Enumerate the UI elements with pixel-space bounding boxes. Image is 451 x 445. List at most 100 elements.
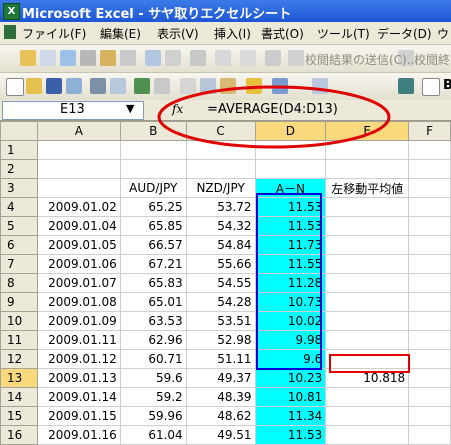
cell-d12[interactable]: 9.6	[254, 349, 327, 369]
open-icon[interactable]	[26, 78, 42, 94]
menu-format[interactable]: 書式(O)	[261, 25, 304, 42]
comment-icon[interactable]	[120, 50, 136, 66]
menu-insert[interactable]: 挿入(I)	[214, 25, 251, 42]
cell-a6[interactable]: 2009.01.05	[36, 235, 121, 255]
cell-d8[interactable]: 11.28	[254, 273, 327, 293]
cell-b7[interactable]: 67.21	[119, 254, 187, 274]
mail-icon[interactable]	[20, 50, 36, 66]
cell-e9[interactable]	[325, 292, 410, 312]
cell-f8[interactable]	[408, 273, 451, 293]
cell-b14[interactable]: 59.2	[119, 387, 187, 407]
cell-c2[interactable]	[185, 159, 256, 179]
cell-e14[interactable]	[325, 387, 410, 407]
row-header[interactable]: 13	[0, 368, 38, 388]
cell-a3[interactable]	[36, 178, 121, 198]
column-header-f[interactable]: F	[408, 121, 451, 141]
cell-d15[interactable]: 11.34	[254, 406, 327, 426]
cell-b8[interactable]: 65.83	[119, 273, 187, 293]
row-header[interactable]: 5	[0, 216, 38, 236]
cell-c16[interactable]: 49.51	[185, 425, 256, 445]
cell-c11[interactable]: 52.98	[185, 330, 256, 350]
row-header[interactable]: 15	[0, 406, 38, 426]
cell-d10[interactable]: 10.02	[254, 311, 327, 331]
cell-a14[interactable]: 2009.01.14	[36, 387, 121, 407]
cell-f4[interactable]	[408, 197, 451, 217]
cell-d7[interactable]: 11.55	[254, 254, 327, 274]
delete-comment-icon[interactable]	[265, 50, 281, 66]
ink-icon[interactable]	[215, 50, 231, 66]
row-header[interactable]: 4	[0, 197, 38, 217]
cell-d5[interactable]: 11.53	[254, 216, 327, 236]
cell-c3[interactable]: NZD/JPY	[185, 178, 256, 198]
autosum-icon[interactable]	[422, 78, 440, 96]
cell-a11[interactable]: 2009.01.11	[36, 330, 121, 350]
cell-e3[interactable]: 左移動平均値	[325, 178, 410, 198]
new-icon[interactable]	[6, 78, 24, 96]
print-preview-icon[interactable]	[110, 78, 126, 94]
row-header[interactable]: 9	[0, 292, 38, 312]
cell-e15[interactable]	[325, 406, 410, 426]
cell-c13[interactable]: 49.37	[185, 368, 256, 388]
cell-c14[interactable]: 48.39	[185, 387, 256, 407]
row-header[interactable]: 11	[0, 330, 38, 350]
cell-a15[interactable]: 2009.01.15	[36, 406, 121, 426]
row-header[interactable]: 16	[0, 425, 38, 445]
bold-button[interactable]: B	[443, 78, 451, 93]
cell-a2[interactable]	[36, 159, 121, 179]
cell-a16[interactable]: 2009.01.16	[36, 425, 121, 445]
menu-window[interactable]: ウ	[437, 25, 449, 42]
track-icon[interactable]	[165, 50, 181, 66]
cell-e16[interactable]	[325, 425, 410, 445]
cell-c10[interactable]: 53.51	[185, 311, 256, 331]
show-comment-icon[interactable]	[145, 50, 161, 66]
reviewing-pane-icon[interactable]	[240, 50, 256, 66]
cell-e12[interactable]	[325, 349, 410, 369]
cell-e5[interactable]	[325, 216, 410, 236]
menu-data[interactable]: データ(D)	[377, 25, 432, 42]
cell-b5[interactable]: 65.85	[119, 216, 187, 236]
cell-a8[interactable]: 2009.01.07	[36, 273, 121, 293]
row-header[interactable]: 1	[0, 140, 38, 160]
hyperlink-icon[interactable]	[398, 78, 414, 94]
cell-c4[interactable]: 53.72	[185, 197, 256, 217]
cell-a7[interactable]: 2009.01.06	[36, 254, 121, 274]
cell-a5[interactable]: 2009.01.04	[36, 216, 121, 236]
cell-b10[interactable]: 63.53	[119, 311, 187, 331]
cell-b9[interactable]: 65.01	[119, 292, 187, 312]
cell-f12[interactable]	[408, 349, 451, 369]
send-review-icon[interactable]	[288, 50, 304, 66]
cell-a4[interactable]: 2009.01.02	[36, 197, 121, 217]
cell-d11[interactable]: 9.98	[254, 330, 327, 350]
print-icon[interactable]	[90, 78, 106, 94]
cell-a13[interactable]: 2009.01.13	[36, 368, 121, 388]
cell-a9[interactable]: 2009.01.08	[36, 292, 121, 312]
end-review-label[interactable]: 校閲終了	[414, 51, 451, 68]
cell-e10[interactable]	[325, 311, 410, 331]
cell-f9[interactable]	[408, 292, 451, 312]
name-box-dropdown-icon[interactable]: ▼	[126, 102, 134, 115]
cell-f2[interactable]	[408, 159, 451, 179]
cell-f15[interactable]	[408, 406, 451, 426]
row-header[interactable]: 10	[0, 311, 38, 331]
cell-d2[interactable]	[254, 159, 327, 179]
cell-f10[interactable]	[408, 311, 451, 331]
cell-b16[interactable]: 61.04	[119, 425, 187, 445]
macro-icon[interactable]	[60, 50, 76, 66]
spelling-icon[interactable]	[134, 78, 150, 94]
cell-b4[interactable]: 65.25	[119, 197, 187, 217]
row-header[interactable]: 6	[0, 235, 38, 255]
review-icon[interactable]	[190, 50, 206, 66]
workbook-icon[interactable]	[4, 25, 16, 39]
cell-b12[interactable]: 60.71	[119, 349, 187, 369]
column-header-a[interactable]: A	[36, 121, 121, 141]
cell-d14[interactable]: 10.81	[254, 387, 327, 407]
cell-d9[interactable]: 10.73	[254, 292, 327, 312]
menu-tools[interactable]: ツール(T)	[317, 25, 370, 42]
cell-e2[interactable]	[325, 159, 410, 179]
cell-f11[interactable]	[408, 330, 451, 350]
cell-b2[interactable]	[119, 159, 187, 179]
select-all-corner[interactable]	[0, 121, 38, 141]
row-header[interactable]: 3	[0, 178, 38, 198]
cell-c5[interactable]: 54.32	[185, 216, 256, 236]
cell-f3[interactable]	[408, 178, 451, 198]
